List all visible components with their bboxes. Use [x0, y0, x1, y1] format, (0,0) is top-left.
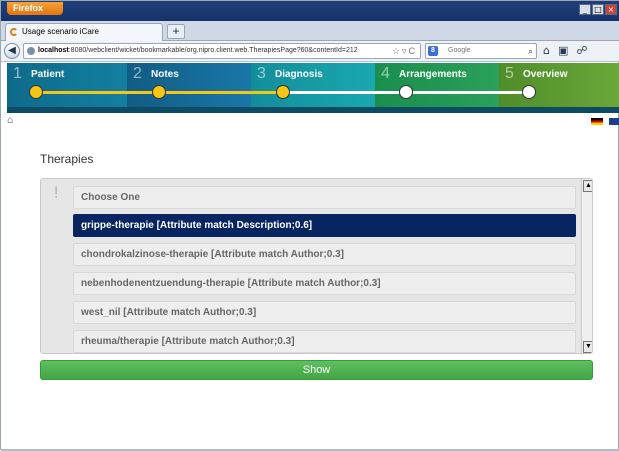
step-label: Diagnosis: [275, 69, 323, 80]
step-dot-current: [276, 85, 290, 99]
new-tab-button[interactable]: +: [167, 24, 185, 39]
step-dot-completed: [152, 85, 166, 99]
bookmark-star-icon[interactable]: ☆▿C: [392, 44, 417, 58]
step-number: 2: [133, 65, 142, 82]
step-number: 1: [13, 65, 22, 82]
url-path: :8080/webclient/wicket/bookmarkable/org.…: [68, 47, 358, 54]
title-bar: Firefox _ □ ×: [1, 1, 619, 21]
step-label: Overview: [523, 69, 568, 80]
step-label: Arrangements: [399, 69, 467, 80]
step-overview[interactable]: 5 Overview: [499, 63, 619, 113]
step-patient[interactable]: 1 Patient: [7, 63, 127, 113]
close-icon[interactable]: ×: [605, 4, 617, 15]
step-label: Notes: [151, 69, 179, 80]
site-identity-icon[interactable]: [27, 47, 35, 55]
step-dot-pending: [399, 85, 413, 99]
option-grippe-therapie[interactable]: grippe-therapie [Attribute match Descrip…: [73, 214, 576, 237]
home-icon[interactable]: ⌂: [543, 44, 550, 57]
address-bar[interactable]: localhost:8080/webclient/wicket/bookmark…: [23, 43, 421, 59]
step-dot-completed: [29, 85, 43, 99]
step-number: 5: [505, 65, 514, 82]
german-flag-icon[interactable]: [591, 118, 603, 125]
option-west-nil[interactable]: west_nil [Attribute match Author;0.3]: [73, 301, 576, 324]
step-label: Patient: [31, 69, 65, 80]
option-rheuma-therapie[interactable]: rheuma/therapie [Attribute match Author;…: [73, 330, 576, 353]
home-icon[interactable]: ⌂: [7, 115, 13, 126]
maximize-icon[interactable]: □: [592, 4, 604, 15]
step-notes[interactable]: 2 Notes: [127, 63, 251, 113]
step-number: 4: [381, 65, 390, 82]
show-button[interactable]: Show: [40, 360, 593, 380]
therapies-listbox[interactable]: ! Choose One grippe-therapie [Attribute …: [40, 178, 593, 354]
page-favicon-icon: [10, 28, 18, 36]
option-nebenhodenentzuendung-therapie[interactable]: nebenhodenentzuendung-therapie [Attribut…: [73, 272, 576, 295]
bookmarks-icon[interactable]: ▣: [558, 44, 568, 57]
navigation-bar: ◀ localhost:8080/webclient/wicket/bookma…: [1, 41, 619, 62]
tab-strip: Usage scenario iCare +: [1, 21, 619, 41]
tab-title: Usage scenario iCare: [22, 27, 99, 36]
search-placeholder: Google: [448, 47, 471, 54]
english-flag-icon[interactable]: [607, 118, 619, 125]
step-dot-pending: [522, 85, 536, 99]
toolbar-icons: ⌂ ▣ ☍: [543, 44, 588, 57]
window-controls: _ □ ×: [579, 4, 617, 15]
scroll-down-icon[interactable]: ▼: [583, 341, 592, 353]
google-engine-icon[interactable]: 8: [428, 46, 438, 56]
step-diagnosis[interactable]: 3 Diagnosis: [251, 63, 375, 113]
url-host: localhost: [38, 47, 69, 54]
firefox-menu-button[interactable]: Firefox: [7, 2, 63, 15]
search-icon[interactable]: ⌕: [528, 44, 533, 58]
option-choose-one[interactable]: Choose One: [73, 186, 576, 209]
page-title: Therapies: [40, 152, 94, 166]
minimize-icon[interactable]: _: [579, 4, 591, 15]
listbox-scrollbar[interactable]: ▲ ▼: [581, 179, 592, 353]
browser-tab[interactable]: Usage scenario iCare: [5, 23, 163, 41]
browser-window: Firefox _ □ × Usage scenario iCare + ◀ l…: [0, 0, 619, 451]
option-chondrokalzinose-therapie[interactable]: chondrokalzinose-therapie [Attribute mat…: [73, 243, 576, 266]
back-arrow-icon[interactable]: ◀: [4, 43, 20, 59]
step-number: 3: [257, 65, 266, 82]
wizard-steps: 1 Patient 2 Notes 3 Diagnosis 4 Arrangem…: [7, 63, 619, 113]
addons-icon[interactable]: ☍: [576, 44, 587, 57]
search-field[interactable]: 8 Google ⌕: [425, 43, 537, 59]
scroll-up-icon[interactable]: ▲: [583, 180, 592, 192]
info-mark-icon: !: [53, 183, 60, 202]
step-arrangements[interactable]: 4 Arrangements: [375, 63, 499, 113]
header-stripe: [7, 107, 619, 113]
